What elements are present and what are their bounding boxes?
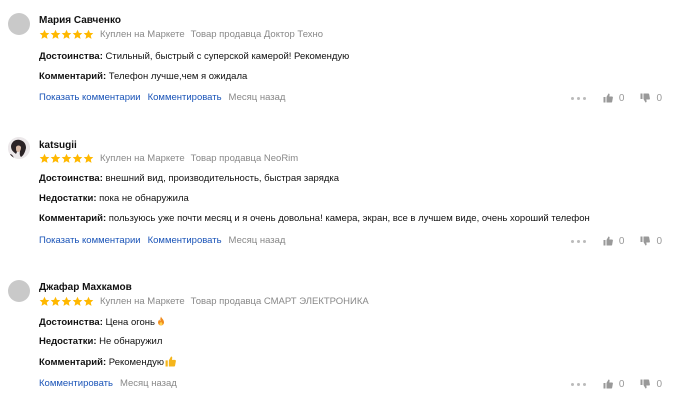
review-author[interactable]: katsugii — [39, 140, 77, 151]
review-votes: 0 0 — [570, 234, 662, 248]
review-comment: Комментарий: Телефон лучше,чем я ожидала — [39, 71, 247, 82]
review-cons: Недостатки: Не обнаружил — [39, 336, 162, 347]
fire-emoji-icon — [156, 316, 166, 330]
rating-stars — [39, 153, 94, 164]
field-label: Достоинства: — [39, 173, 103, 184]
review-date: Месяц назад — [119, 378, 177, 389]
seller-label[interactable]: Товар продавца NeoRim — [191, 153, 299, 164]
review-actions: Комментировать Месяц назад — [39, 378, 177, 389]
star-icon — [61, 296, 72, 307]
show-comments-link[interactable]: Показать комментарии — [39, 92, 141, 103]
review-date: Месяц назад — [228, 92, 286, 103]
more-options-icon[interactable] — [570, 382, 586, 386]
star-icon — [61, 29, 72, 40]
field-value: Телефон лучше,чем я ожидала — [108, 71, 248, 82]
bought-on-market-label: Куплен на Маркете — [100, 152, 185, 164]
review-author[interactable]: Джафар Махкамов — [39, 282, 132, 293]
more-options-icon[interactable] — [570, 96, 586, 100]
star-icon — [61, 153, 72, 164]
dislikes-count: 0 — [656, 378, 662, 390]
review-date: Месяц назад — [228, 235, 286, 246]
star-icon — [39, 296, 50, 307]
star-icon — [72, 153, 83, 164]
avatar[interactable] — [8, 280, 30, 302]
more-options-icon[interactable] — [570, 239, 586, 243]
likes-count: 0 — [618, 92, 625, 104]
review-actions: Показать комментарии Комментировать Меся… — [39, 235, 285, 246]
seller-label[interactable]: Товар продавца Доктор Техно — [191, 29, 323, 40]
review-meta: Куплен на Маркете Товар продавца Доктор … — [39, 28, 323, 40]
field-label: Достоинства: — [39, 51, 103, 62]
review-actions: Показать комментарии Комментировать Меся… — [39, 92, 285, 103]
comment-link[interactable]: Комментировать — [148, 235, 222, 246]
star-icon — [50, 296, 61, 307]
thumbs-down-icon[interactable] — [640, 93, 651, 103]
review-votes: 0 0 — [570, 377, 662, 391]
field-value: Стильный, быстрый с суперской камерой! Р… — [105, 51, 350, 62]
likes-count: 0 — [618, 378, 625, 390]
star-icon — [83, 153, 94, 164]
comment-link[interactable]: Комментировать — [148, 92, 222, 103]
field-value: Рекомендую — [108, 357, 165, 368]
bought-on-market-label: Куплен на Маркете — [100, 295, 185, 307]
thumbs-up-icon[interactable] — [603, 379, 613, 389]
field-label: Недостатки: — [39, 336, 97, 347]
rating-stars — [39, 29, 94, 40]
dislikes-count: 0 — [656, 92, 662, 104]
field-value: пользуюсь уже почти месяц и я очень дово… — [108, 213, 590, 224]
thumbs-up-icon[interactable] — [603, 236, 613, 246]
star-icon — [39, 29, 50, 40]
bought-on-market-label: Куплен на Маркете — [100, 28, 185, 40]
comment-link[interactable]: Комментировать — [39, 378, 113, 389]
star-icon — [50, 29, 61, 40]
thumbs-down-icon[interactable] — [640, 236, 651, 246]
avatar[interactable] — [8, 137, 30, 159]
review-comment: Комментарий: пользуюсь уже почти месяц и… — [39, 213, 590, 224]
review-cons: Недостатки: пока не обнаружила — [39, 193, 189, 204]
thumbs-down-icon[interactable] — [640, 379, 651, 389]
review-pros: Достоинства: внешний вид, производительн… — [39, 173, 339, 184]
review-votes: 0 0 — [570, 91, 662, 105]
likes-count: 0 — [618, 235, 625, 247]
field-value: Цена огонь — [105, 317, 156, 328]
review-pros: Достоинства: Цена огонь — [39, 316, 166, 330]
rating-stars — [39, 296, 94, 307]
field-value: Не обнаружил — [99, 336, 163, 347]
star-icon — [83, 296, 94, 307]
field-value: внешний вид, производительность, быстрая… — [105, 173, 340, 184]
field-label: Комментарий: — [39, 357, 107, 368]
field-label: Достоинства: — [39, 317, 103, 328]
review-pros: Достоинства: Стильный, быстрый с суперск… — [39, 51, 349, 62]
star-icon — [39, 153, 50, 164]
star-icon — [83, 29, 94, 40]
seller-label[interactable]: Товар продавца СМАРТ ЭЛЕКТРОНИКА — [191, 296, 369, 307]
review-comment: Комментарий: Рекомендую — [39, 356, 176, 370]
field-label: Недостатки: — [39, 193, 97, 204]
review-meta: Куплен на Маркете Товар продавца СМАРТ Э… — [39, 295, 369, 307]
avatar[interactable] — [8, 13, 30, 35]
dislikes-count: 0 — [656, 235, 662, 247]
thumbs-up-icon[interactable] — [603, 93, 613, 103]
review-meta: Куплен на Маркете Товар продавца NeoRim — [39, 152, 298, 164]
field-label: Комментарий: — [39, 213, 107, 224]
star-icon — [50, 153, 61, 164]
field-value: пока не обнаружила — [99, 193, 189, 204]
thumbs-up-emoji-icon — [165, 356, 176, 370]
star-icon — [72, 29, 83, 40]
field-label: Комментарий: — [39, 71, 107, 82]
show-comments-link[interactable]: Показать комментарии — [39, 235, 141, 246]
review-author[interactable]: Мария Савченко — [39, 15, 121, 26]
star-icon — [72, 296, 83, 307]
